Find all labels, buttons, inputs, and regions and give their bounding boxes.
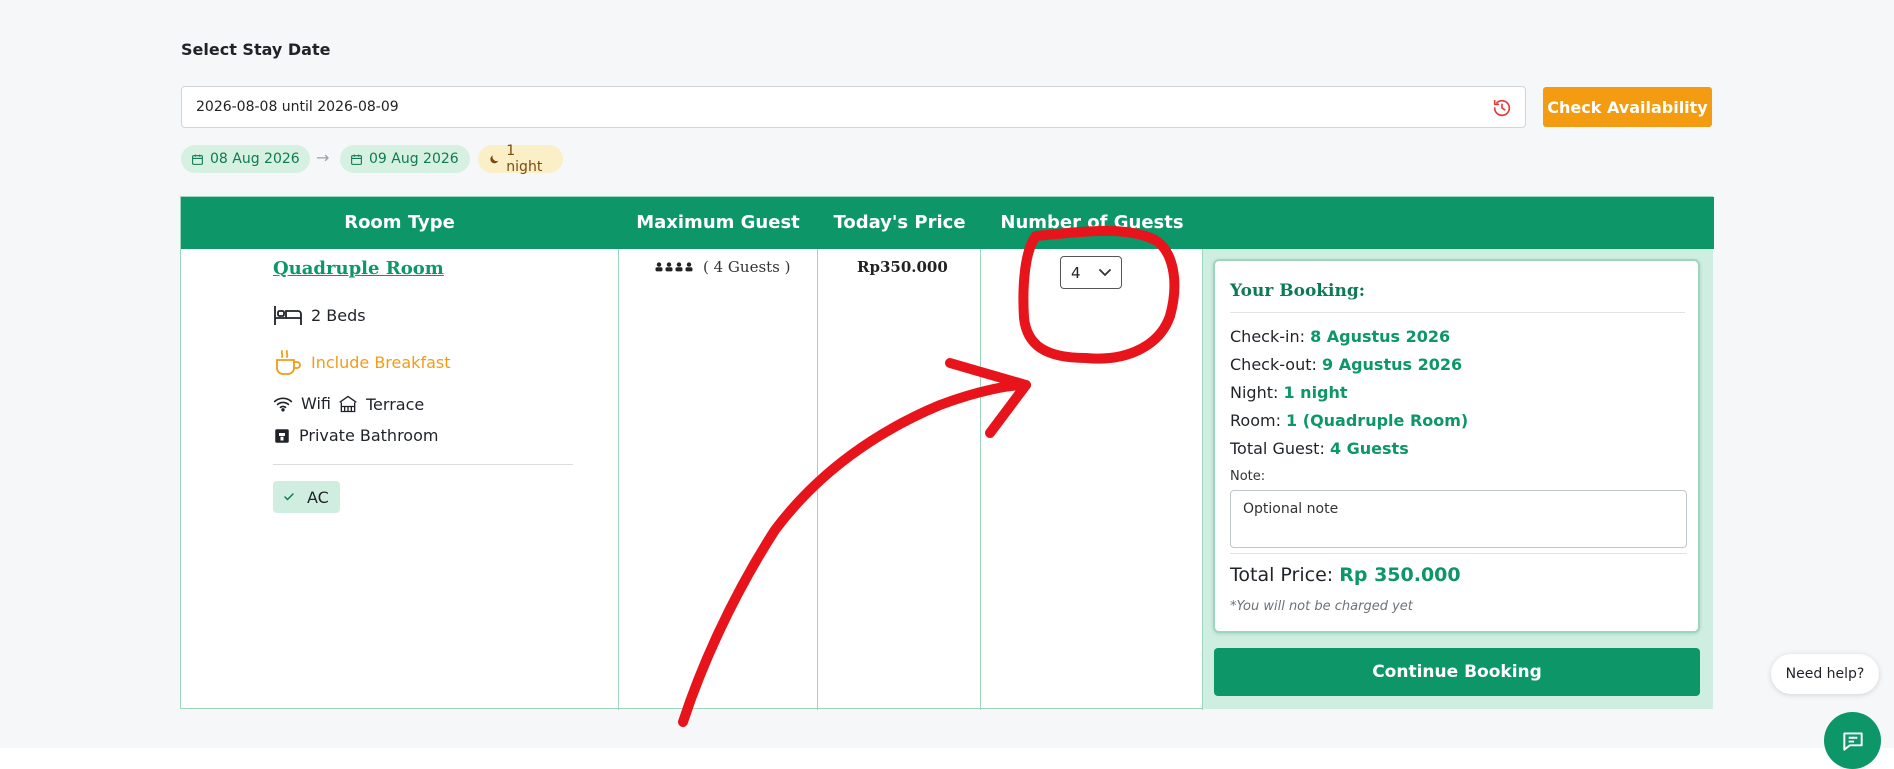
bathroom-icon — [275, 428, 289, 443]
total-price: Total Price: Rp 350.000 — [1230, 564, 1461, 586]
night-line: Night: 1 night — [1230, 383, 1348, 402]
header-number-of-guests: Number of Guests — [1000, 212, 1184, 233]
moon-icon — [490, 154, 499, 163]
booking-title: Your Booking: — [1230, 281, 1366, 301]
beds-feature: 2 Beds — [273, 302, 366, 328]
charge-disclaimer: *You will not be charged yet — [1230, 599, 1413, 614]
table-header: Room Type Maximum Guest Today's Price Nu… — [181, 197, 1714, 249]
booking-summary-card: Your Booking: Check-in: 8 Agustus 2026 C… — [1213, 259, 1700, 633]
header-todays-price: Today's Price — [833, 212, 966, 233]
continue-booking-button[interactable]: Continue Booking — [1214, 648, 1700, 696]
column-divider — [817, 249, 818, 710]
date-range-value: 2026-08-08 until 2026-08-09 — [196, 99, 399, 115]
calendar-icon — [351, 154, 362, 165]
check-icon — [284, 493, 294, 501]
terrace-feature: Terrace — [338, 394, 424, 414]
max-guest-info: ( 4 Guests ) — [655, 258, 791, 276]
date-arrow: → — [316, 148, 330, 167]
history-reset-icon[interactable] — [1491, 97, 1513, 119]
total-guest-line: Total Guest: 4 Guests — [1230, 439, 1409, 458]
room-line: Room: 1 (Quadruple Room) — [1230, 411, 1469, 430]
number-of-guests-select[interactable]: 4 — [1060, 256, 1122, 289]
bathroom-feature: Private Bathroom — [273, 426, 438, 445]
card-divider — [1230, 553, 1687, 554]
section-title: Select Stay Date — [181, 40, 331, 59]
chevron-down-icon — [1099, 268, 1111, 276]
date-range-input[interactable]: 2026-08-08 until 2026-08-09 — [181, 86, 1526, 128]
nights-pill: 1 night — [478, 143, 563, 175]
guests-icon — [655, 262, 693, 272]
coffee-cup-icon — [276, 350, 301, 375]
wifi-feature: Wifi — [273, 394, 331, 413]
breakfast-feature: Include Breakfast — [273, 348, 451, 376]
header-room-type: Room Type — [344, 212, 455, 233]
column-divider — [980, 249, 981, 710]
note-label: Note: — [1230, 469, 1266, 484]
card-divider — [1230, 312, 1685, 313]
checkout-date-pill: 09 Aug 2026 — [340, 145, 470, 173]
terrace-icon — [339, 395, 357, 413]
checkin-line: Check-in: 8 Agustus 2026 — [1230, 327, 1451, 346]
room-name-link[interactable]: Quadruple Room — [273, 258, 444, 279]
need-help-bubble[interactable]: Need help? — [1771, 654, 1879, 694]
note-textarea[interactable]: Optional note — [1230, 490, 1687, 548]
checkin-date-pill: 08 Aug 2026 — [181, 145, 310, 173]
room-divider — [273, 464, 573, 465]
check-availability-button[interactable]: Check Availability — [1543, 87, 1712, 127]
checkout-line: Check-out: 9 Agustus 2026 — [1230, 355, 1463, 374]
header-maximum-guest: Maximum Guest — [636, 212, 800, 233]
room-price: Rp350.000 — [857, 258, 948, 276]
column-divider — [618, 249, 619, 710]
ac-badge: AC — [273, 481, 340, 513]
chat-button[interactable] — [1824, 712, 1881, 769]
chat-icon — [1842, 731, 1863, 751]
calendar-icon — [192, 154, 203, 165]
bed-icon — [274, 306, 302, 325]
wifi-icon — [273, 397, 293, 411]
page-footer-band — [0, 748, 1894, 769]
